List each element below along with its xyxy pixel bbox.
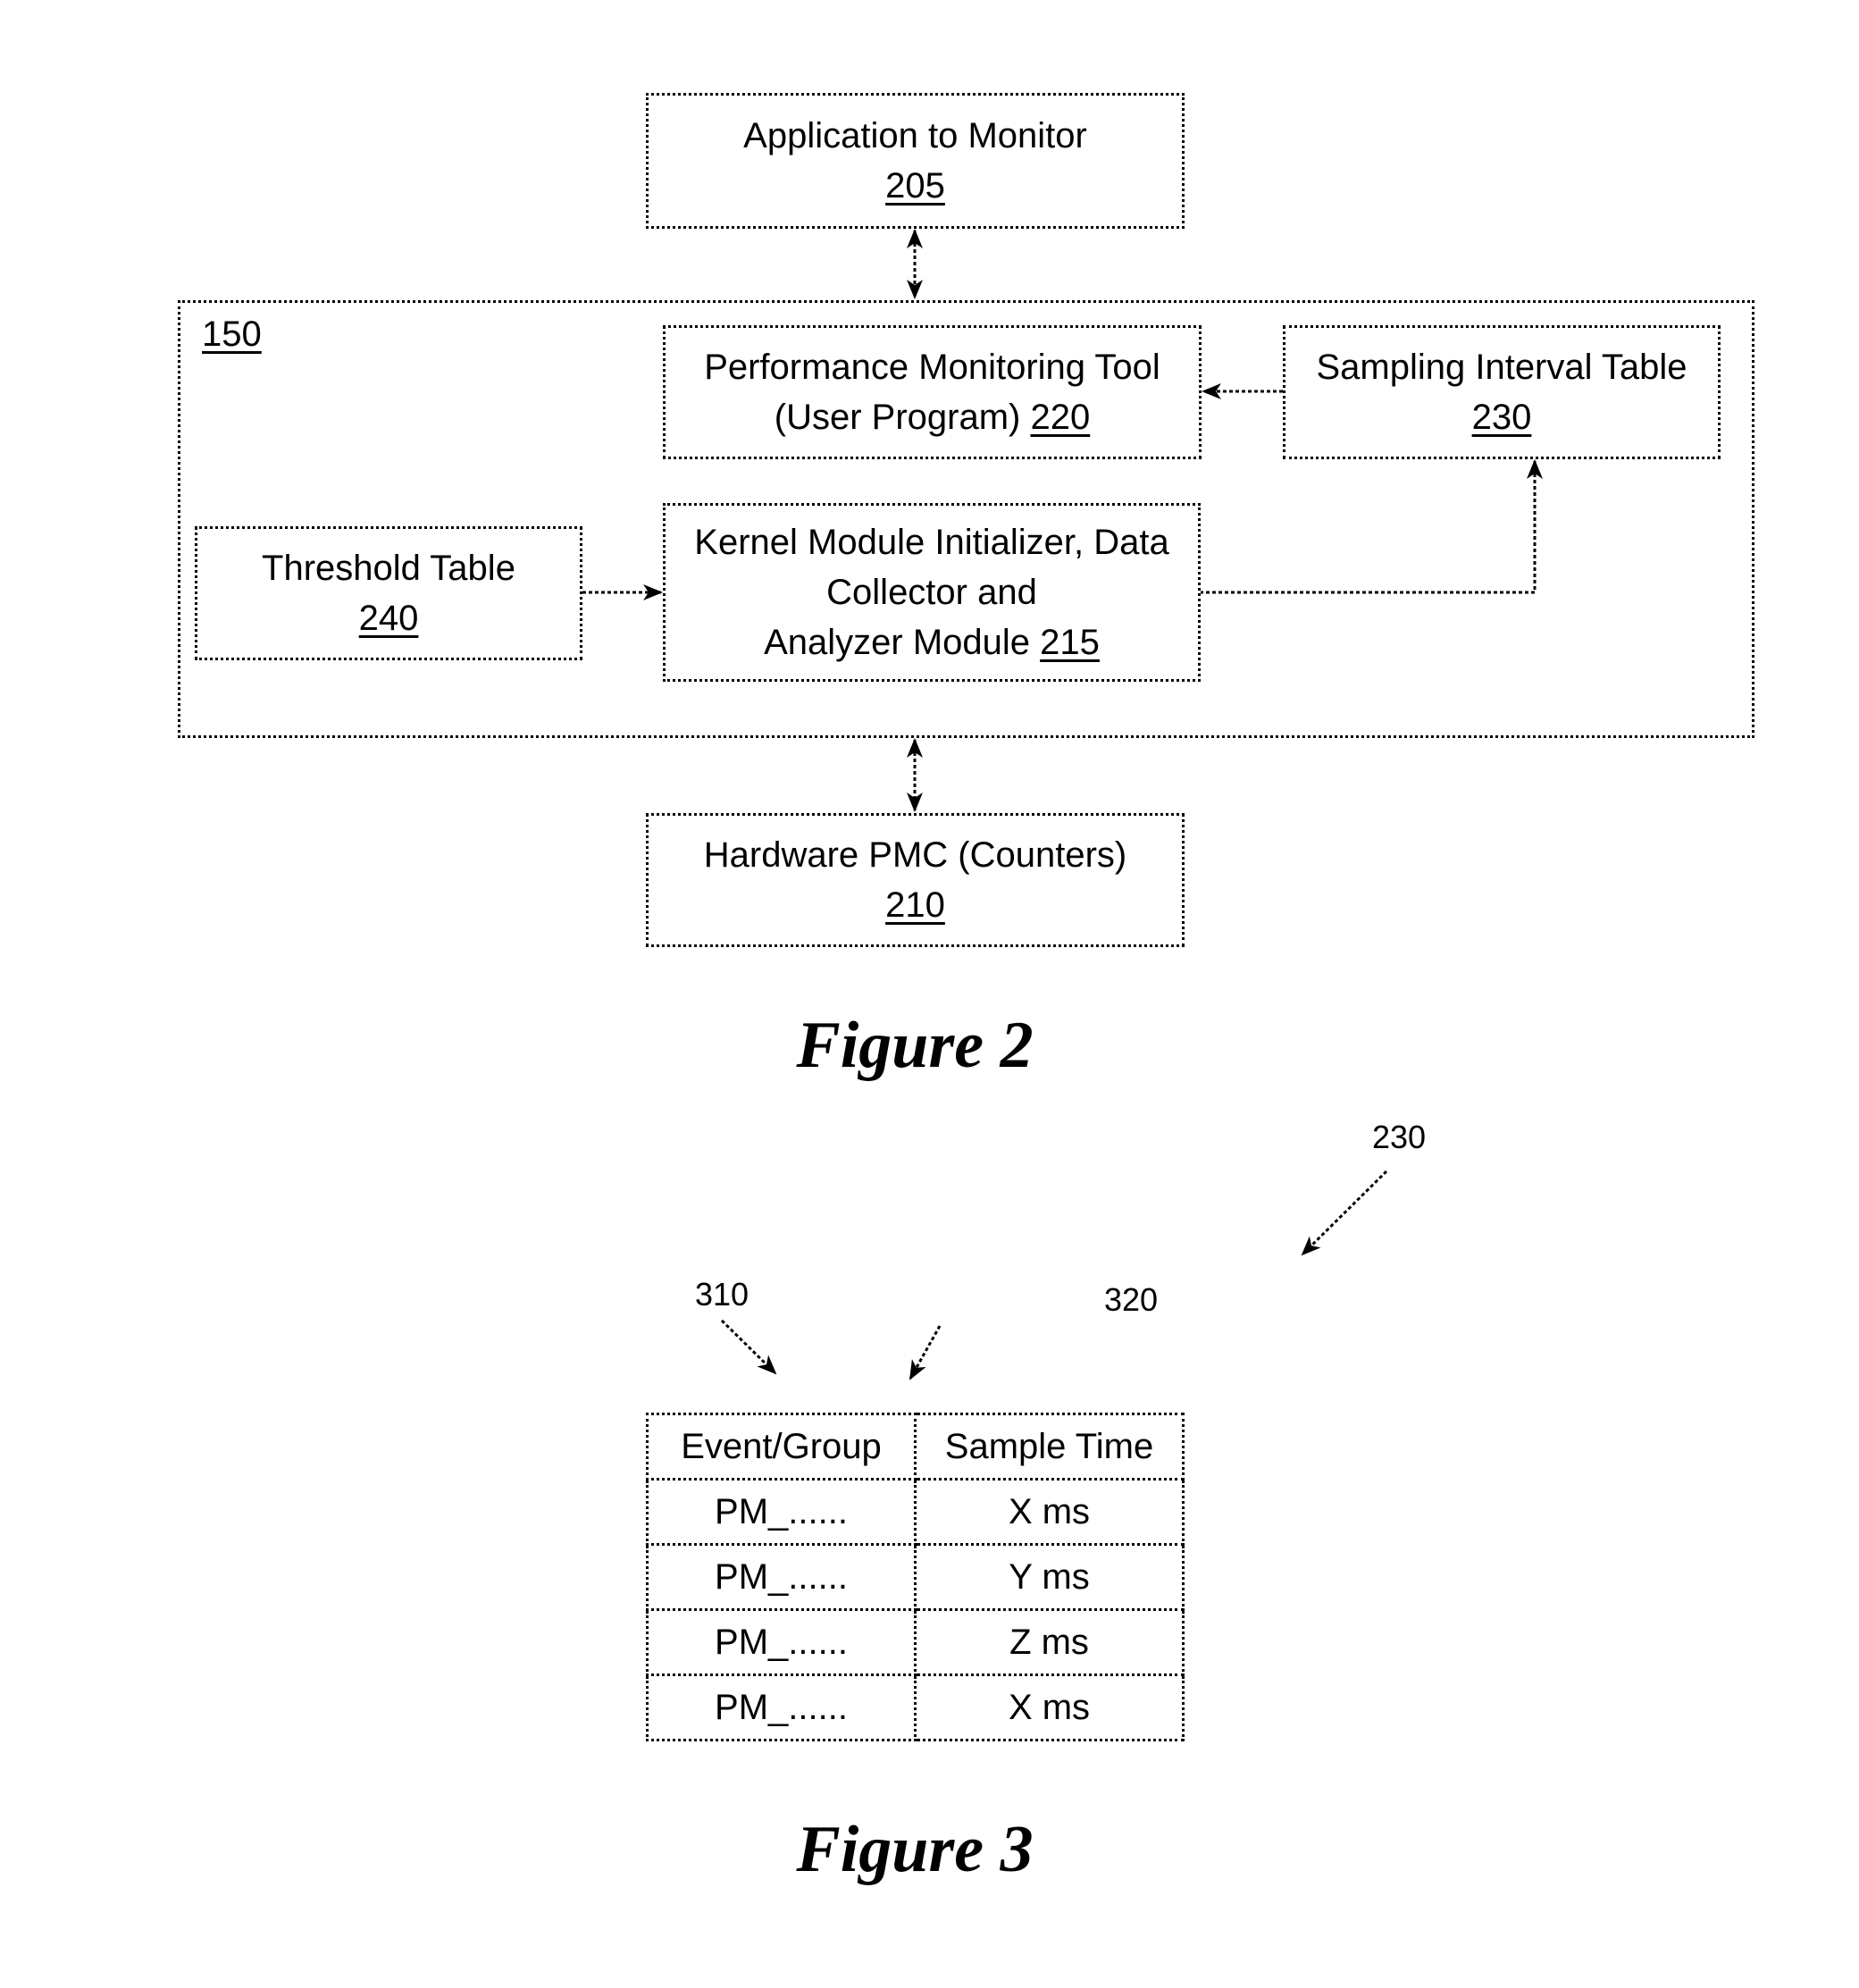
sampling-table-ref: 230 — [1471, 398, 1532, 437]
ref-label-310: 310 — [695, 1276, 749, 1313]
arrow-ref-230 — [1301, 1170, 1388, 1256]
table-row: PM_...... X ms — [646, 1673, 1185, 1741]
perf-tool-line2: (User Program) 220 — [775, 392, 1090, 442]
event-cell: PM_...... — [646, 1478, 917, 1546]
kernel-line3-text: Analyzer Module — [764, 623, 1031, 662]
kernel-line1: Kernel Module Initializer, Data — [694, 523, 1169, 562]
header-sample-time: Sample Time — [914, 1413, 1185, 1481]
kernel-ref: 215 — [1040, 623, 1100, 662]
hardware-pmc-title: Hardware PMC (Counters) — [703, 835, 1127, 875]
hardware-pmc-box: Hardware PMC (Counters) 210 — [646, 813, 1185, 947]
perf-tool-ref: 220 — [1030, 398, 1091, 437]
perf-tool-line1: Performance Monitoring Tool — [704, 348, 1160, 387]
arrow-ref-320 — [909, 1325, 942, 1380]
arrow-ref-310 — [720, 1319, 777, 1375]
threshold-table-box: Threshold Table 240 — [195, 526, 582, 660]
table-row: PM_...... X ms — [646, 1478, 1185, 1546]
sampling-interval-table: Event/Group Sample Time PM_...... X ms P… — [646, 1413, 1185, 1741]
event-cell: PM_...... — [646, 1608, 917, 1676]
threshold-table-ref: 240 — [358, 599, 419, 638]
table-row: PM_...... Y ms — [646, 1543, 1185, 1611]
performance-monitoring-tool-box: Performance Monitoring Tool (User Progra… — [663, 325, 1202, 459]
ref-label-230: 230 — [1372, 1119, 1427, 1155]
sampling-table-title: Sampling Interval Table — [1316, 348, 1687, 387]
hardware-pmc-ref: 210 — [885, 885, 945, 925]
table-header-row: Event/Group Sample Time — [646, 1413, 1185, 1481]
system-ref-label: 150 — [202, 315, 262, 354]
perf-tool-subtitle: (User Program) — [774, 398, 1021, 437]
figure-3-caption: Figure 3 — [796, 1813, 1034, 1886]
table-row: PM_...... Z ms — [646, 1608, 1185, 1676]
kernel-line3: Analyzer Module 215 — [764, 617, 1100, 667]
application-ref: 205 — [885, 166, 945, 206]
sample-time-cell: Y ms — [914, 1543, 1185, 1611]
sampling-interval-table-box: Sampling Interval Table 230 — [1283, 325, 1721, 459]
sample-time-cell: X ms — [914, 1478, 1185, 1546]
event-cell: PM_...... — [646, 1543, 917, 1611]
sample-time-cell: X ms — [914, 1673, 1185, 1741]
header-event-group: Event/Group — [646, 1413, 917, 1481]
threshold-table-title: Threshold Table — [262, 549, 515, 588]
kernel-line2: Collector and — [826, 573, 1037, 612]
event-cell: PM_...... — [646, 1673, 917, 1741]
kernel-module-box: Kernel Module Initializer, Data Collecto… — [663, 503, 1201, 682]
figure-2-caption: Figure 2 — [796, 1009, 1034, 1082]
application-title: Application to Monitor — [743, 116, 1087, 155]
application-to-monitor-box: Application to Monitor 205 — [646, 93, 1185, 229]
sample-time-cell: Z ms — [914, 1608, 1185, 1676]
ref-label-320: 320 — [1104, 1281, 1159, 1318]
